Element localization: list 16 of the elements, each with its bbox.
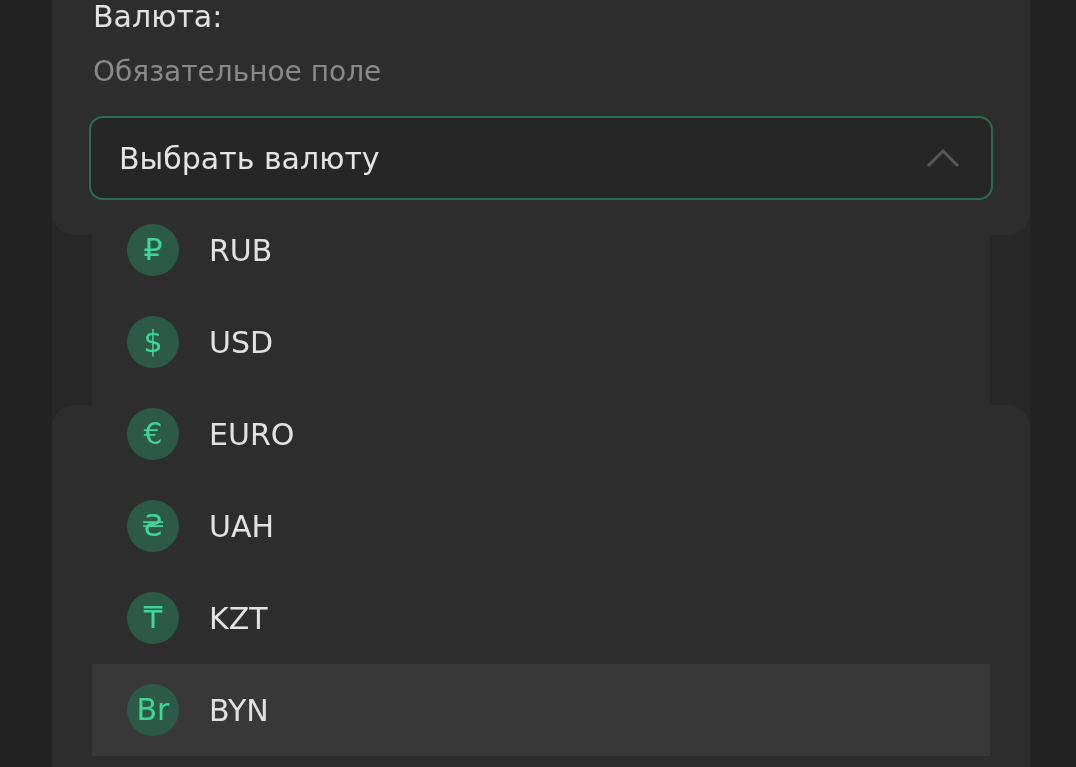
currency-symbol: $ (127, 316, 179, 368)
currency-option[interactable]: Br BYN (92, 664, 990, 756)
field-label: Валюта: (93, 0, 223, 34)
currency-option[interactable]: ₽ RUB (92, 204, 990, 296)
currency-symbol: ₴ (127, 500, 179, 552)
currency-option[interactable]: ₴ UAH (92, 480, 990, 572)
currency-option[interactable]: ₸ KZT (92, 572, 990, 664)
currency-symbol: Br (127, 684, 179, 736)
chevron-up-icon (926, 148, 960, 168)
currency-option[interactable]: € EURO (92, 388, 990, 480)
currency-symbol: € (127, 408, 179, 460)
currency-option[interactable]: $ USD (92, 296, 990, 388)
currency-select[interactable]: Выбрать валюту (89, 116, 993, 200)
currency-symbol: ₸ (127, 592, 179, 644)
currency-symbol: ₽ (127, 224, 179, 276)
hint-text: Обязательное поле (93, 55, 382, 89)
